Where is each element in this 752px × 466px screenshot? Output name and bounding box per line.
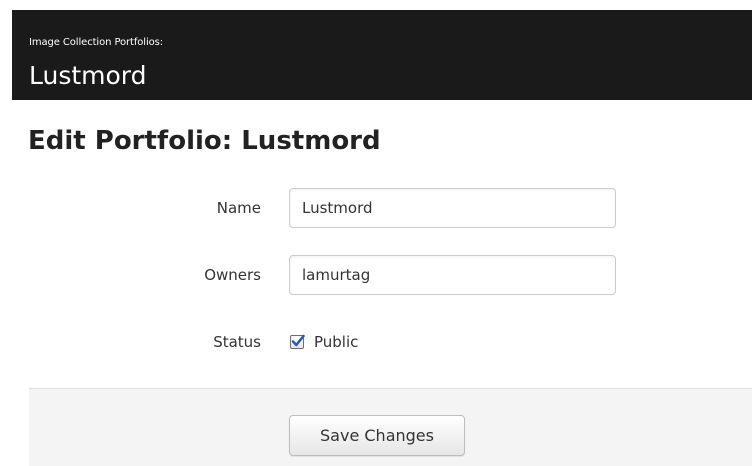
edit-portfolio-page: Image Collection Portfolios: Lustmord Ed…: [0, 0, 752, 466]
public-checkbox-control[interactable]: Public: [290, 322, 358, 362]
form-actions-bar: Save Changes: [29, 388, 752, 466]
name-label: Name: [216, 199, 261, 217]
owners-label: Owners: [204, 266, 261, 284]
header-subtitle: Image Collection Portfolios:: [29, 37, 164, 48]
header-title: Lustmord: [29, 61, 147, 90]
public-checkbox-label[interactable]: Public: [314, 333, 358, 351]
checkmark-icon: [291, 334, 305, 347]
owners-field[interactable]: [289, 255, 616, 295]
page-title: Edit Portfolio: Lustmord: [28, 126, 381, 156]
status-row: Status Public: [0, 322, 752, 362]
app-header: Image Collection Portfolios: Lustmord: [12, 10, 752, 100]
name-row: Name: [0, 188, 752, 228]
status-label: Status: [213, 333, 261, 351]
save-changes-button[interactable]: Save Changes: [289, 415, 465, 456]
public-checkbox[interactable]: [290, 334, 305, 349]
name-field[interactable]: [289, 188, 616, 228]
owners-row: Owners: [0, 255, 752, 295]
